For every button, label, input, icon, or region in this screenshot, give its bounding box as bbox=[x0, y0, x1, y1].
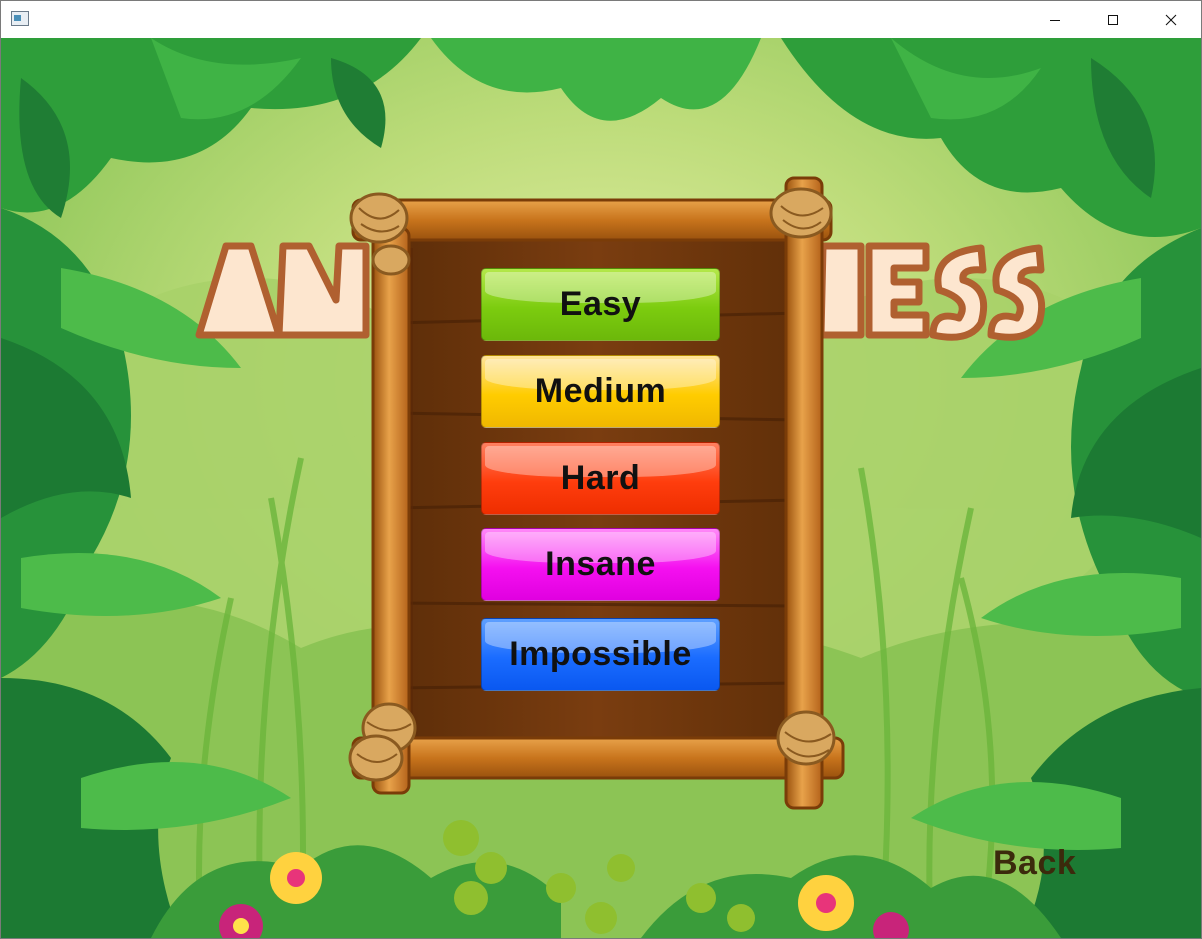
hard-button[interactable]: Hard bbox=[481, 442, 720, 515]
title-bar[interactable] bbox=[1, 1, 1201, 38]
app-icon bbox=[11, 11, 29, 26]
insane-button[interactable]: Insane bbox=[481, 528, 720, 601]
maximize-button[interactable] bbox=[1084, 1, 1142, 38]
back-button[interactable]: Back bbox=[993, 844, 1076, 883]
hard-label: Hard bbox=[560, 459, 641, 497]
close-icon bbox=[1165, 14, 1177, 25]
insane-label: Insane bbox=[545, 545, 656, 583]
game-scene: Easy Medium Hard Insane Impossible Back bbox=[1, 38, 1201, 938]
impossible-button[interactable]: Impossible bbox=[481, 618, 720, 691]
medium-button[interactable]: Medium bbox=[481, 355, 720, 428]
minimize-icon bbox=[1050, 19, 1060, 21]
easy-button[interactable]: Easy bbox=[481, 268, 720, 341]
app-window: Easy Medium Hard Insane Impossible Back bbox=[0, 0, 1202, 939]
medium-label: Medium bbox=[534, 372, 667, 410]
easy-label: Easy bbox=[559, 285, 642, 323]
minimize-button[interactable] bbox=[1026, 1, 1084, 38]
maximize-icon bbox=[1108, 14, 1118, 25]
impossible-label: Impossible bbox=[509, 635, 692, 673]
close-button[interactable] bbox=[1142, 1, 1200, 38]
